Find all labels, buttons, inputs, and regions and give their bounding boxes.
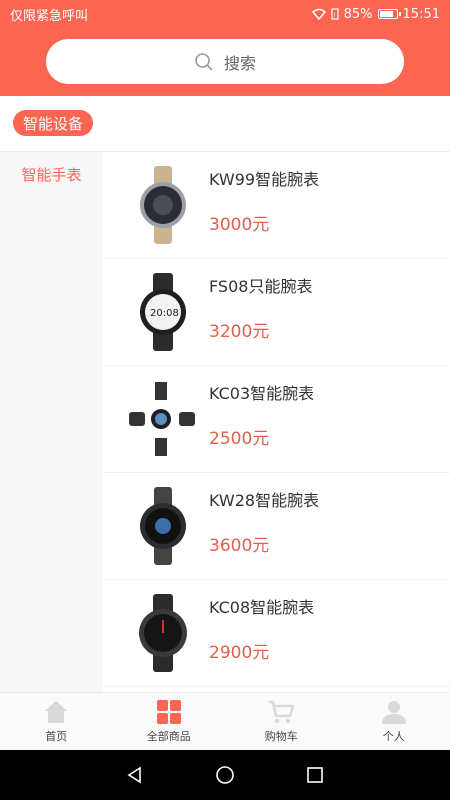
product-item[interactable]: KC08智能腕表 2900元 bbox=[103, 580, 450, 687]
product-image bbox=[123, 592, 203, 674]
product-price: 2500元 bbox=[209, 429, 270, 449]
grid-icon bbox=[156, 700, 181, 724]
tab-home[interactable]: 首页 bbox=[0, 693, 113, 750]
tab-label: 购物车 bbox=[264, 730, 298, 743]
product-image bbox=[123, 485, 203, 567]
product-name: KW99智能腕表 bbox=[209, 170, 320, 189]
cart-icon bbox=[269, 700, 295, 724]
status-icons: ! 85% 15:51 bbox=[311, 6, 440, 22]
product-price: 3200元 bbox=[209, 322, 270, 342]
search-placeholder: 搜索 bbox=[223, 53, 256, 73]
product-price: 3600元 bbox=[209, 536, 270, 556]
tab-label: 个人 bbox=[382, 730, 405, 743]
search-input[interactable]: 搜索 bbox=[46, 39, 404, 84]
product-name: KC08智能腕表 bbox=[209, 598, 315, 617]
battery-percent: 85% bbox=[343, 6, 373, 22]
status-bar: 仅限紧急呼叫 ! 85% 15:51 bbox=[0, 0, 450, 28]
product-name: KC03智能腕表 bbox=[209, 384, 315, 403]
battery-icon bbox=[377, 9, 401, 19]
clock: 15:51 bbox=[402, 6, 440, 22]
person-icon bbox=[381, 701, 406, 724]
product-image bbox=[123, 378, 203, 460]
wifi-icon bbox=[311, 8, 326, 20]
sidebar: 智能手表 bbox=[0, 152, 103, 692]
home-button-icon[interactable] bbox=[215, 765, 235, 785]
product-image bbox=[123, 164, 203, 246]
back-icon[interactable] bbox=[125, 765, 145, 785]
product-item[interactable]: KC03智能腕表 2500元 bbox=[103, 366, 450, 473]
category-chip[interactable]: 智能设备 bbox=[13, 110, 94, 136]
tab-cart[interactable]: 购物车 bbox=[225, 693, 338, 750]
carrier-text: 仅限紧急呼叫 bbox=[10, 8, 89, 24]
product-item[interactable]: 20:08 FS08只能腕表 3200元 bbox=[103, 259, 450, 366]
product-name: FS08只能腕表 bbox=[209, 277, 313, 296]
product-price: 3000元 bbox=[209, 215, 270, 235]
system-nav-bar bbox=[0, 750, 450, 800]
category-bar: 智能设备 bbox=[0, 96, 450, 152]
product-image: 20:08 bbox=[123, 271, 203, 353]
product-item[interactable]: KW99智能腕表 3000元 bbox=[103, 152, 450, 259]
product-item[interactable]: KW28智能腕表 3600元 bbox=[103, 473, 450, 580]
search-icon bbox=[195, 52, 213, 71]
tab-label: 首页 bbox=[45, 730, 68, 743]
tab-label: 全部商品 bbox=[146, 730, 191, 743]
tab-profile[interactable]: 个人 bbox=[338, 693, 450, 750]
header: 搜索 bbox=[0, 28, 450, 96]
sidebar-item-smartwatch[interactable]: 智能手表 bbox=[0, 152, 103, 196]
sim-icon: ! bbox=[331, 8, 339, 20]
home-icon bbox=[45, 701, 68, 723]
recents-icon[interactable] bbox=[305, 765, 325, 785]
product-list: KW99智能腕表 3000元 20:08 FS08只能腕表 3200元 KC03… bbox=[103, 152, 450, 692]
tab-all-products[interactable]: 全部商品 bbox=[113, 693, 226, 750]
product-price: 2900元 bbox=[209, 643, 270, 663]
bottom-tab-bar: 首页 全部商品 购物车 个人 bbox=[0, 692, 450, 750]
product-name: KW28智能腕表 bbox=[209, 491, 320, 510]
svg-text:!: ! bbox=[333, 12, 335, 19]
svg-text:20:08: 20:08 bbox=[150, 308, 179, 319]
